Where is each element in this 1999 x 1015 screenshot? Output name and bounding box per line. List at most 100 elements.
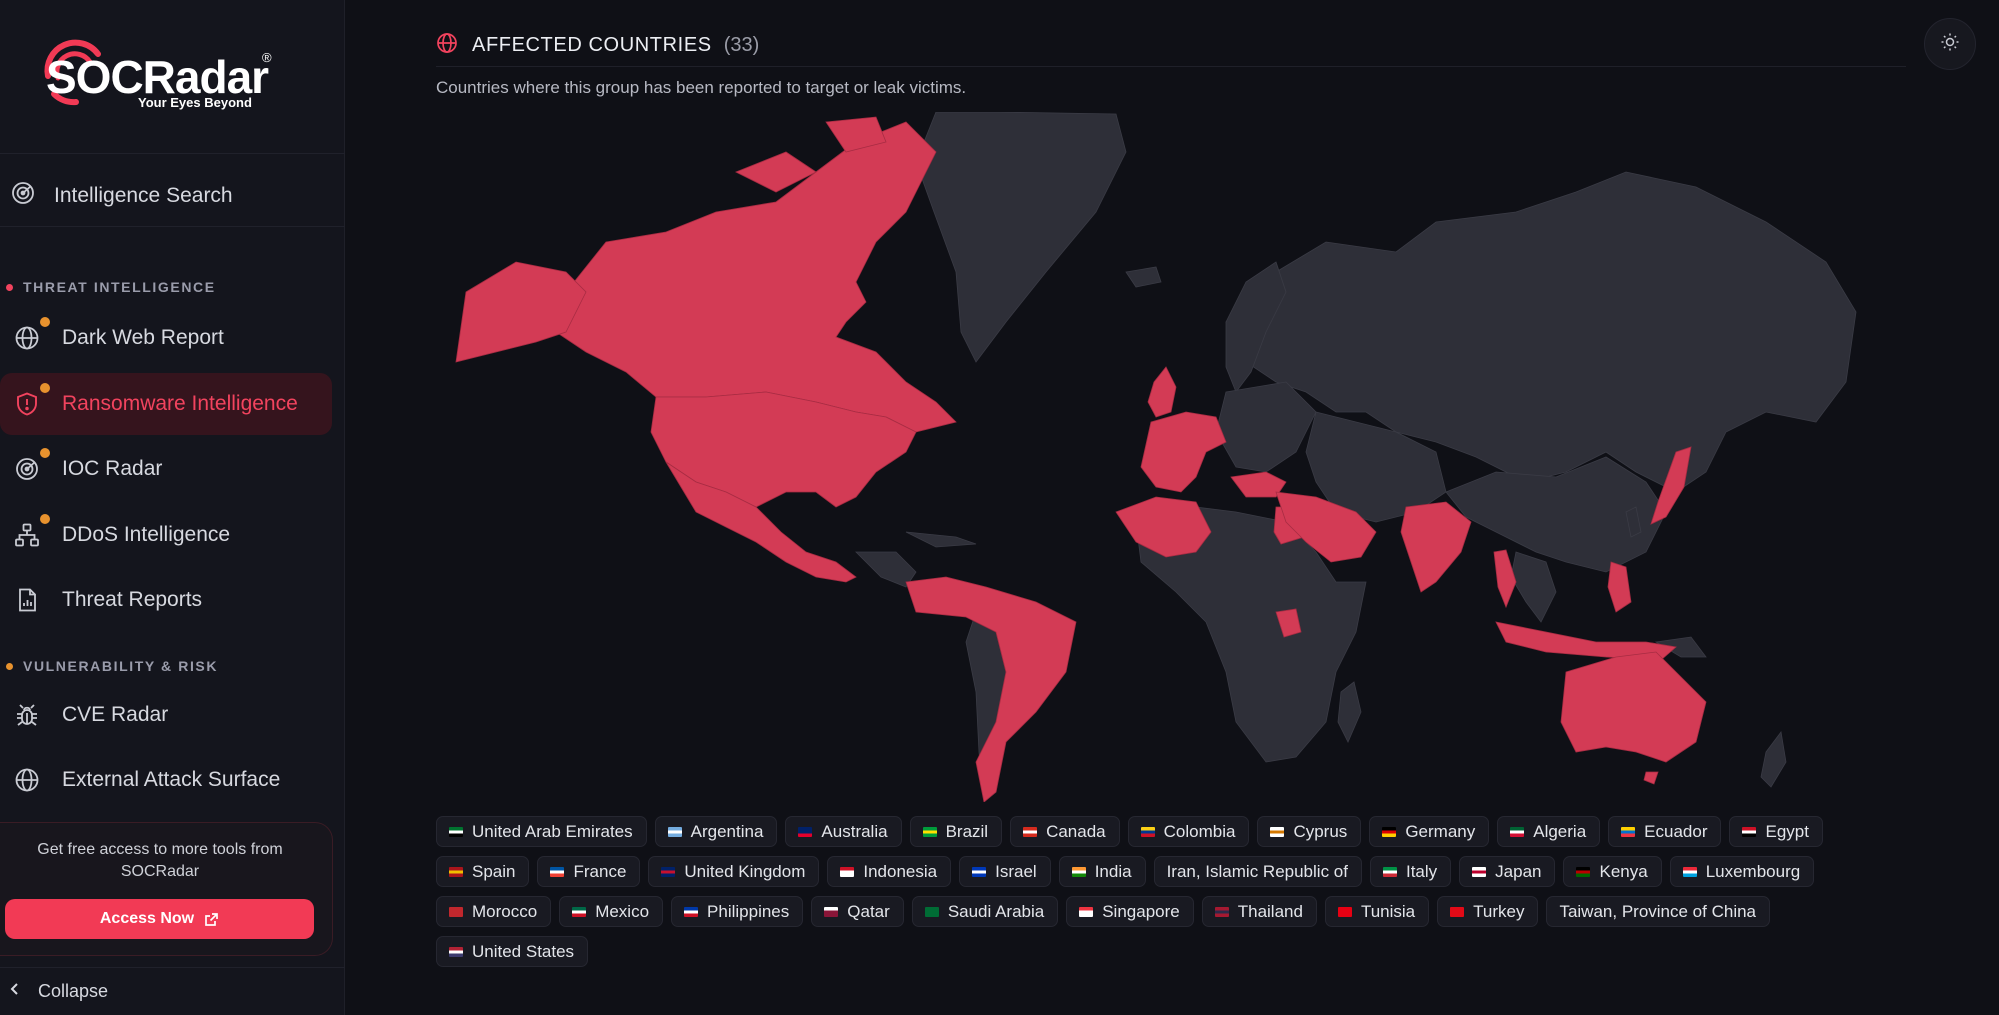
country-chip[interactable]: Germany (1369, 816, 1490, 847)
country-chip[interactable]: Indonesia (827, 856, 952, 887)
map-alaska[interactable] (455, 261, 587, 363)
country-chip[interactable]: Egypt (1729, 816, 1823, 847)
flag-icon (798, 826, 813, 837)
flag-icon (661, 866, 676, 877)
country-chip[interactable]: Tunisia (1324, 896, 1430, 927)
country-chip-row: Morocco Mexico Philippines Qatar Saudi Arabi… (436, 896, 1926, 927)
country-chip[interactable]: Australia (785, 816, 902, 847)
country-chip[interactable]: Japan (1459, 856, 1556, 887)
country-chip[interactable]: Italy (1369, 856, 1452, 887)
sidebar-item-ddos-intelligence[interactable]: DDoS Intelligence (0, 504, 332, 566)
country-chip[interactable]: Kenya (1563, 856, 1662, 887)
country-name: Morocco (472, 901, 538, 921)
country-name: Iran, Islamic Republic of (1166, 861, 1348, 881)
country-chip[interactable]: Thailand (1201, 896, 1317, 927)
map-madagascar[interactable] (1337, 681, 1362, 743)
country-chip[interactable]: Algeria (1497, 816, 1601, 847)
country-name: Colombia (1163, 821, 1236, 841)
flag-icon (922, 826, 937, 837)
sidebar-item-label: Dark Web Report (62, 326, 224, 349)
country-chip[interactable]: Cyprus (1257, 816, 1362, 847)
app-window: SOCRadar ® Your Eyes Beyond Intelligence… (0, 0, 1999, 1015)
country-chip[interactable]: United States (436, 936, 589, 967)
map-thailand[interactable] (1493, 549, 1517, 609)
country-name: Japan (1495, 861, 1542, 881)
country-chip[interactable]: United Arab Emirates (436, 816, 647, 847)
flag-icon (684, 906, 699, 917)
country-chip[interactable]: Morocco (436, 896, 552, 927)
sidebar-item-label: Intelligence Search (54, 183, 233, 207)
promo-text: Get free access to more tools from SOCRa… (37, 841, 283, 880)
network-icon (14, 514, 50, 548)
map-caribbean[interactable] (905, 531, 977, 548)
map-australia[interactable] (1560, 651, 1707, 763)
country-chip[interactable]: Luxembourg (1669, 856, 1815, 887)
country-chip[interactable]: Spain (436, 856, 530, 887)
theme-toggle-button[interactable] (1924, 18, 1976, 70)
access-now-button[interactable]: Access Now (5, 899, 314, 939)
country-chip-row: United States (436, 936, 1926, 967)
country-chip[interactable]: Philippines (671, 896, 804, 927)
country-name: India (1094, 861, 1132, 881)
country-chip[interactable]: Saudi Arabia (911, 896, 1059, 927)
world-map[interactable] (436, 111, 1886, 803)
map-new-zealand[interactable] (1760, 731, 1787, 788)
section-title: VULNERABILITY & RISK (23, 658, 219, 674)
flag-icon (1214, 906, 1229, 917)
country-name: Ecuador (1644, 821, 1708, 841)
country-chip[interactable]: Singapore (1066, 896, 1194, 927)
country-chip[interactable]: Iran, Islamic Republic of (1153, 856, 1362, 887)
button-label: Access Now (99, 910, 195, 927)
page-title: AFFECTED COUNTRIES (472, 34, 712, 56)
country-name: Mexico (595, 901, 650, 921)
map-tasmania[interactable] (1643, 771, 1659, 785)
country-name: Qatar (847, 901, 890, 921)
sidebar-item-intelligence-search[interactable]: Intelligence Search (0, 165, 345, 227)
collapse-label: Collapse (38, 981, 109, 1001)
globe-icon (436, 32, 458, 59)
country-chip[interactable]: Turkey (1437, 896, 1539, 927)
divider (436, 66, 1906, 67)
map-indochina[interactable] (1510, 551, 1557, 623)
map-uk[interactable] (1147, 366, 1177, 418)
country-chip[interactable]: Brazil (909, 816, 1003, 847)
sidebar: SOCRadar ® Your Eyes Beyond Intelligence… (0, 0, 345, 1015)
bug-icon (14, 702, 40, 728)
flag-icon (1079, 906, 1094, 917)
country-chip[interactable]: Mexico (559, 896, 664, 927)
notification-badge (40, 448, 50, 458)
country-name: Germany (1405, 821, 1476, 841)
country-name: Argentina (690, 821, 764, 841)
country-chip[interactable]: Argentina (654, 816, 778, 847)
map-eastern-europe[interactable] (1215, 381, 1317, 473)
map-greenland[interactable] (915, 111, 1127, 363)
country-chip[interactable]: Colombia (1127, 816, 1250, 847)
country-chip[interactable]: Qatar (811, 896, 904, 927)
sidebar-item-ransomware-intelligence[interactable]: Ransomware Intelligence (0, 373, 332, 435)
sidebar-item-external-attack-surface[interactable]: External Attack Surface (0, 749, 332, 811)
country-chip[interactable]: Taiwan, Province of China (1546, 896, 1770, 927)
collapse-button[interactable]: Collapse (0, 967, 345, 1015)
sidebar-item-dark-web-report[interactable]: Dark Web Report (0, 307, 332, 369)
map-india[interactable] (1400, 501, 1472, 593)
flag-icon (550, 866, 565, 877)
map-iceland[interactable] (1125, 266, 1162, 288)
country-chip[interactable]: Israel (959, 856, 1051, 887)
sidebar-item-cve-radar[interactable]: CVE Radar (0, 684, 332, 746)
map-north-africa[interactable] (1115, 496, 1212, 558)
map-philippines[interactable] (1607, 561, 1632, 613)
brand-logo[interactable]: SOCRadar ® Your Eyes Beyond (0, 0, 345, 154)
sidebar-item-threat-reports[interactable]: Threat Reports (0, 569, 332, 631)
sidebar-item-ioc-radar[interactable]: IOC Radar (0, 438, 332, 500)
flag-icon (449, 826, 463, 837)
map-western-europe[interactable] (1140, 411, 1227, 493)
country-chip[interactable]: France (537, 856, 641, 887)
country-chip[interactable]: Ecuador (1608, 816, 1722, 847)
country-name: Canada (1046, 821, 1106, 841)
country-name: Brazil (945, 821, 989, 841)
country-name: Philippines (707, 901, 790, 921)
country-chip[interactable]: India (1058, 856, 1146, 887)
country-chip[interactable]: United Kingdom (648, 856, 820, 887)
flag-icon (1450, 906, 1465, 917)
country-chip[interactable]: Canada (1010, 816, 1120, 847)
